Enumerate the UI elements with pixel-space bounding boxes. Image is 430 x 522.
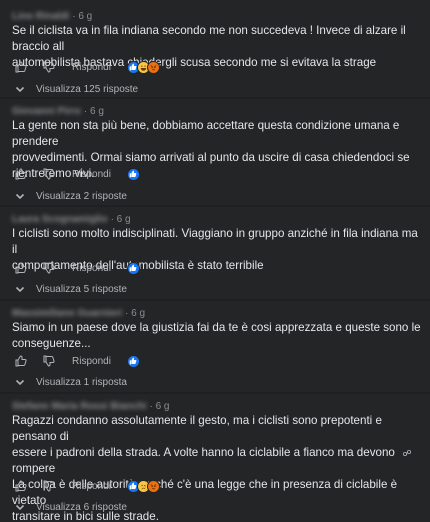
thumbs-down-icon[interactable] [42, 167, 56, 181]
like-reaction-icon [126, 261, 140, 275]
comment-header: Massimiliano Guarnieri · 6 g [12, 306, 145, 320]
thumbs-up-icon[interactable] [14, 354, 28, 368]
comment-text-line: provvedimenti. Ormai siamo arrivati al p… [12, 151, 410, 164]
angry-reaction-icon [146, 60, 160, 74]
view-replies-button[interactable]: Visualizza 2 risposte [14, 188, 127, 204]
comment-header: Giovanni Pirro · 6 g [12, 104, 104, 118]
thumbs-up-icon[interactable] [14, 479, 28, 493]
reactions[interactable] [126, 479, 160, 493]
comment-header: Stefano Maria Rossi Bianchi · 6 g [12, 399, 170, 413]
comment-text-line: Se il ciclista va in fila indiana second… [12, 24, 406, 53]
reactions[interactable] [126, 354, 140, 368]
chevron-down-icon [15, 193, 25, 200]
comment-time[interactable]: · 6 g [125, 308, 145, 319]
comment-text-line: I ciclisti sono molto indisciplinati. Vi… [12, 227, 418, 256]
reactions[interactable] [126, 261, 140, 275]
thumbs-down-icon[interactable] [42, 479, 56, 493]
comment-text-line: Ragazzi condanno assolutamente il gesto,… [12, 414, 382, 443]
reactions[interactable] [126, 60, 160, 74]
like-reaction-icon [126, 167, 140, 181]
like-reaction-icon [126, 354, 140, 368]
comment-text-line-content: essere i padroni della strada. A volte h… [12, 446, 395, 475]
comment-time[interactable]: · 6 g [72, 11, 92, 22]
view-replies-label: Visualizza 5 risposte [36, 283, 127, 295]
comment-text-line: La gente non sta più bene, dobbiamo acce… [12, 119, 400, 148]
thumbs-down-icon[interactable] [42, 261, 56, 275]
author-name[interactable]: Massimiliano Guarnieri [12, 308, 122, 319]
chevron-down-icon [15, 286, 25, 293]
comment-text: Siamo in un paese dove la giustizia fai … [12, 320, 424, 352]
thumbs-down-icon[interactable] [42, 60, 56, 74]
comment-header: Lino Rinaldi · 6 g [12, 9, 92, 23]
divider [0, 205, 430, 207]
author-name[interactable]: Lino Rinaldi [12, 11, 69, 22]
view-replies-button[interactable]: Visualizza 125 risposte [14, 81, 138, 97]
comment-actions: Rispondi [14, 166, 140, 182]
view-replies-label: Visualizza 2 risposte [36, 190, 127, 202]
author-name[interactable]: Stefano Maria Rossi Bianchi [12, 401, 146, 412]
thumbs-down-icon[interactable] [42, 354, 56, 368]
chevron-down-icon [15, 379, 25, 386]
divider [0, 97, 430, 99]
emoji-icon [402, 447, 412, 463]
reactions[interactable] [126, 167, 140, 181]
author-name[interactable]: Laura Scognamiglio [12, 214, 108, 225]
view-replies-label: Visualizza 6 risposte [36, 501, 127, 513]
thumbs-up-icon[interactable] [14, 60, 28, 74]
view-replies-button[interactable]: Visualizza 6 risposte [14, 499, 127, 515]
divider [0, 299, 430, 301]
thumbs-up-icon[interactable] [14, 261, 28, 275]
reply-button[interactable]: Rispondi [72, 263, 111, 274]
reply-button[interactable]: Rispondi [72, 356, 111, 367]
comment-time[interactable]: · 6 g [149, 401, 169, 412]
divider [0, 392, 430, 394]
comment-actions: Rispondi [14, 353, 140, 369]
reply-button[interactable]: Rispondi [72, 169, 111, 180]
comment-time[interactable]: · 6 g [84, 106, 104, 117]
author-name[interactable]: Giovanni Pirro [12, 106, 81, 117]
reply-button[interactable]: Rispondi [72, 62, 111, 73]
angry-reaction-icon [146, 479, 160, 493]
comment-text-line: Siamo in un paese dove la giustizia fai … [12, 321, 421, 334]
chevron-down-icon [15, 86, 25, 93]
view-replies-label: Visualizza 125 risposte [36, 83, 139, 95]
comment-header: Laura Scognamiglio · 6 g [12, 212, 131, 226]
thumbs-up-icon[interactable] [14, 167, 28, 181]
comment-text-line: essere i padroni della strada. A volte h… [12, 445, 424, 477]
view-replies-button[interactable]: Visualizza 5 risposte [14, 281, 127, 297]
comment-actions: Rispondi [14, 59, 160, 75]
comment-actions: Rispondi [14, 260, 140, 276]
reply-button[interactable]: Rispondi [72, 481, 111, 492]
comment-text-line: conseguenze... [12, 337, 91, 350]
view-replies-label: Visualizza 1 risposta [36, 376, 127, 388]
view-replies-button[interactable]: Visualizza 1 risposta [14, 374, 127, 390]
chevron-down-icon [15, 504, 25, 511]
comment-actions: Rispondi [14, 478, 160, 494]
comment-time[interactable]: · 6 g [111, 214, 131, 225]
